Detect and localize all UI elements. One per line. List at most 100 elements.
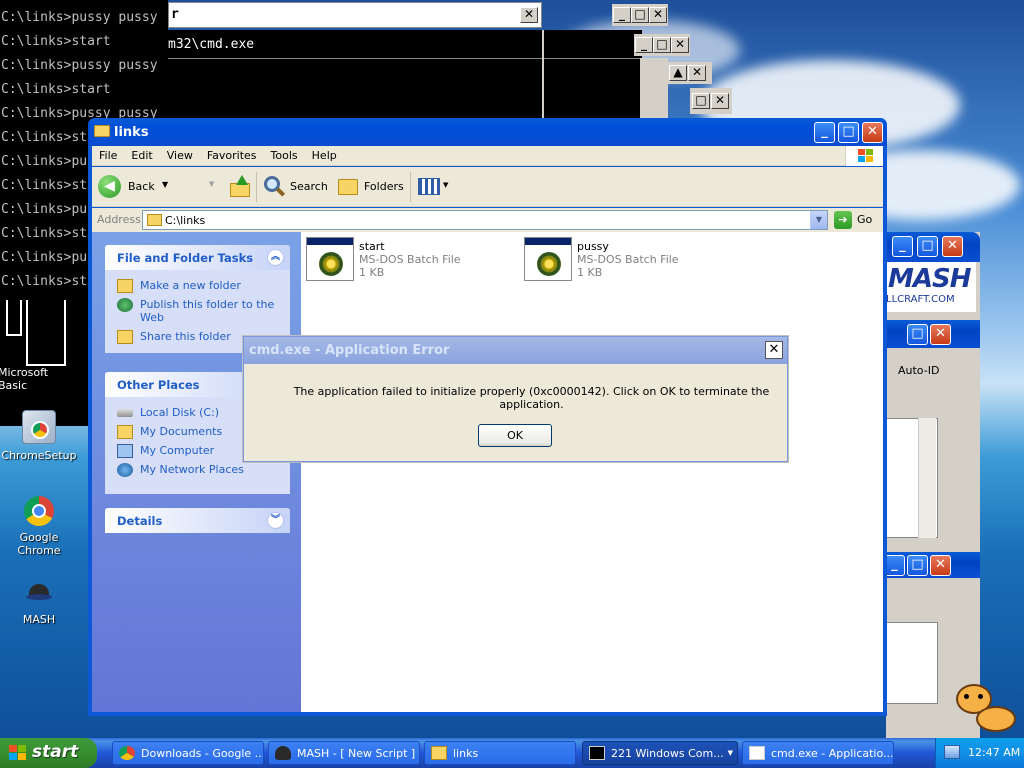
console-window-2[interactable] bbox=[0, 298, 88, 426]
mash-icon[interactable] bbox=[26, 582, 52, 606]
maximize-icon[interactable]: □ bbox=[907, 555, 928, 576]
task-publish-web[interactable]: Publish this folder to the Web bbox=[105, 295, 290, 327]
menu-edit[interactable]: Edit bbox=[124, 146, 159, 165]
address-value: C:\links bbox=[165, 214, 206, 227]
mash-url: LLCRAFT.COM bbox=[886, 294, 955, 305]
up-folder-icon bbox=[230, 183, 250, 197]
taskbar-label: 221 Windows Com... bbox=[611, 747, 724, 760]
maximize-icon[interactable]: □ bbox=[631, 7, 649, 23]
views-button[interactable]: ▼ bbox=[416, 177, 450, 197]
taskbar-button-chrome[interactable]: Downloads - Google ... bbox=[112, 741, 264, 765]
panel-header[interactable]: File and Folder Tasks ︽ bbox=[105, 245, 290, 270]
file-item[interactable]: start MS-DOS Batch File 1 KB bbox=[306, 237, 506, 287]
dropdown-arrow-icon[interactable]: ▼ bbox=[162, 180, 168, 189]
system-tray: 12:47 AM bbox=[935, 738, 1024, 768]
network-icon bbox=[117, 463, 133, 477]
scroll-up-icon[interactable]: ▲ bbox=[669, 65, 687, 81]
menu-favorites[interactable]: Favorites bbox=[200, 146, 264, 165]
menu-view[interactable]: View bbox=[160, 146, 200, 165]
google-chrome-icon[interactable] bbox=[24, 496, 54, 526]
mash-window[interactable]: _ □ ✕ MASH LLCRAFT.COM _ □ ✕ □ ✕ Auto-ID bbox=[884, 232, 980, 738]
mash-titlebar[interactable]: _ □ ✕ bbox=[886, 232, 980, 262]
close-icon[interactable]: ✕ bbox=[520, 7, 538, 23]
menu-tools[interactable]: Tools bbox=[264, 146, 305, 165]
menu-file[interactable]: File bbox=[92, 146, 124, 165]
network-tray-icon[interactable] bbox=[944, 745, 960, 759]
close-icon[interactable]: ✕ bbox=[942, 236, 963, 257]
maximize-icon[interactable]: □ bbox=[917, 236, 938, 257]
console-line: C:\links>start bbox=[1, 82, 111, 97]
taskbar-button-cmd-error[interactable]: cmd.exe - Applicatio... bbox=[742, 741, 894, 765]
console-titlebar-2[interactable]: r ✕ bbox=[168, 2, 542, 28]
search-button[interactable]: Search bbox=[262, 175, 330, 199]
console-title-fragment: r bbox=[171, 7, 179, 22]
close-icon[interactable]: ✕ bbox=[671, 37, 689, 53]
batch-file-icon bbox=[524, 237, 572, 281]
search-label: Search bbox=[290, 180, 328, 193]
scrollbar[interactable]: ▲ bbox=[640, 58, 690, 118]
folders-button[interactable]: Folders bbox=[336, 175, 406, 199]
address-input[interactable]: C:\links ▼ bbox=[142, 210, 828, 230]
mash-logo-area: MASH LLCRAFT.COM bbox=[886, 262, 976, 312]
close-icon[interactable]: ✕ bbox=[765, 341, 783, 359]
maximize-icon[interactable]: □ bbox=[653, 37, 671, 53]
mash-subtitlebar-2[interactable]: □ ✕ bbox=[886, 320, 980, 348]
application-error-dialog[interactable]: cmd.exe - Application Error ✕ The applic… bbox=[243, 336, 788, 462]
menu-help[interactable]: Help bbox=[305, 146, 344, 165]
close-icon[interactable]: ✕ bbox=[649, 7, 667, 23]
clock[interactable]: 12:47 AM bbox=[968, 746, 1020, 759]
minimize-icon[interactable]: _ bbox=[635, 37, 653, 53]
close-icon[interactable]: ✕ bbox=[930, 324, 951, 345]
minimize-icon[interactable]: _ bbox=[884, 555, 905, 576]
auto-id-checkbox[interactable]: Auto-ID bbox=[886, 360, 976, 382]
mash-panel-2[interactable] bbox=[886, 622, 938, 704]
folder-content[interactable]: File and Folder Tasks ︽ Make a new folder… bbox=[92, 232, 883, 712]
minimize-icon[interactable]: _ bbox=[814, 122, 835, 143]
taskbar-button-mash[interactable]: MASH - [ New Script ] * bbox=[268, 741, 420, 765]
back-arrow-icon: ◀ bbox=[98, 175, 121, 198]
desktop-icon-label[interactable]: Google Chrome bbox=[0, 531, 79, 557]
mash-scrollbar[interactable] bbox=[918, 418, 936, 538]
start-button[interactable]: start bbox=[0, 738, 97, 768]
maximize-icon[interactable]: □ bbox=[907, 324, 928, 345]
console-line: C:\links>start bbox=[1, 34, 111, 49]
close-icon[interactable]: ✕ bbox=[688, 65, 706, 81]
close-icon[interactable]: ✕ bbox=[930, 555, 951, 576]
file-item[interactable]: pussy MS-DOS Batch File 1 KB bbox=[524, 237, 724, 287]
up-folder-button[interactable] bbox=[228, 175, 252, 199]
expand-chevron-icon[interactable]: ︾ bbox=[267, 512, 284, 529]
place-my-network[interactable]: My Network Places bbox=[105, 460, 290, 479]
back-button[interactable]: ◀ Back ▼ bbox=[98, 175, 170, 199]
explorer-titlebar[interactable]: links _ □ ✕ bbox=[88, 118, 887, 146]
maximize-icon[interactable]: □ bbox=[838, 122, 859, 143]
go-button[interactable]: ➔ Go bbox=[834, 211, 879, 230]
panel-header[interactable]: Details ︾ bbox=[105, 508, 290, 533]
close-icon[interactable]: ✕ bbox=[711, 93, 729, 109]
ok-button[interactable]: OK bbox=[478, 424, 552, 447]
folder-icon bbox=[147, 214, 162, 226]
address-dropdown-icon[interactable]: ▼ bbox=[810, 211, 827, 229]
desktop-icon-label[interactable]: ChromeSetup bbox=[0, 449, 79, 462]
desktop-icon-label[interactable]: Microsoft Basic bbox=[0, 366, 48, 392]
taskbar-button-command-group[interactable]: 221 Windows Com... ▼ bbox=[582, 741, 738, 765]
taskbar-button-links[interactable]: links bbox=[424, 741, 576, 765]
computer-icon bbox=[117, 444, 133, 458]
chromesetup-icon[interactable] bbox=[22, 410, 56, 444]
desktop-icon-label[interactable]: MASH bbox=[0, 613, 79, 626]
taskbar-label: Downloads - Google ... bbox=[141, 747, 264, 760]
minimize-icon[interactable]: _ bbox=[892, 236, 913, 257]
forward-dropdown-icon[interactable]: ▼ bbox=[209, 180, 214, 188]
documents-folder-icon bbox=[117, 425, 133, 439]
auto-id-label: Auto-ID bbox=[898, 364, 940, 377]
dialog-titlebar[interactable]: cmd.exe - Application Error ✕ bbox=[244, 337, 787, 364]
task-make-new-folder[interactable]: Make a new folder bbox=[105, 276, 290, 295]
console-window-3[interactable]: m32\cmd.exe bbox=[168, 30, 642, 118]
dropdown-arrow-icon: ▼ bbox=[727, 749, 733, 757]
menu-bar: File Edit View Favorites Tools Help bbox=[92, 146, 883, 166]
minimize-icon[interactable]: _ bbox=[613, 7, 631, 23]
maximize-icon[interactable]: □ bbox=[692, 93, 710, 109]
mash-subtitlebar[interactable]: _ □ ✕ bbox=[884, 552, 980, 578]
cat-mascot-icon[interactable] bbox=[946, 676, 1020, 736]
close-icon[interactable]: ✕ bbox=[862, 122, 883, 143]
collapse-chevron-icon[interactable]: ︽ bbox=[267, 249, 284, 266]
